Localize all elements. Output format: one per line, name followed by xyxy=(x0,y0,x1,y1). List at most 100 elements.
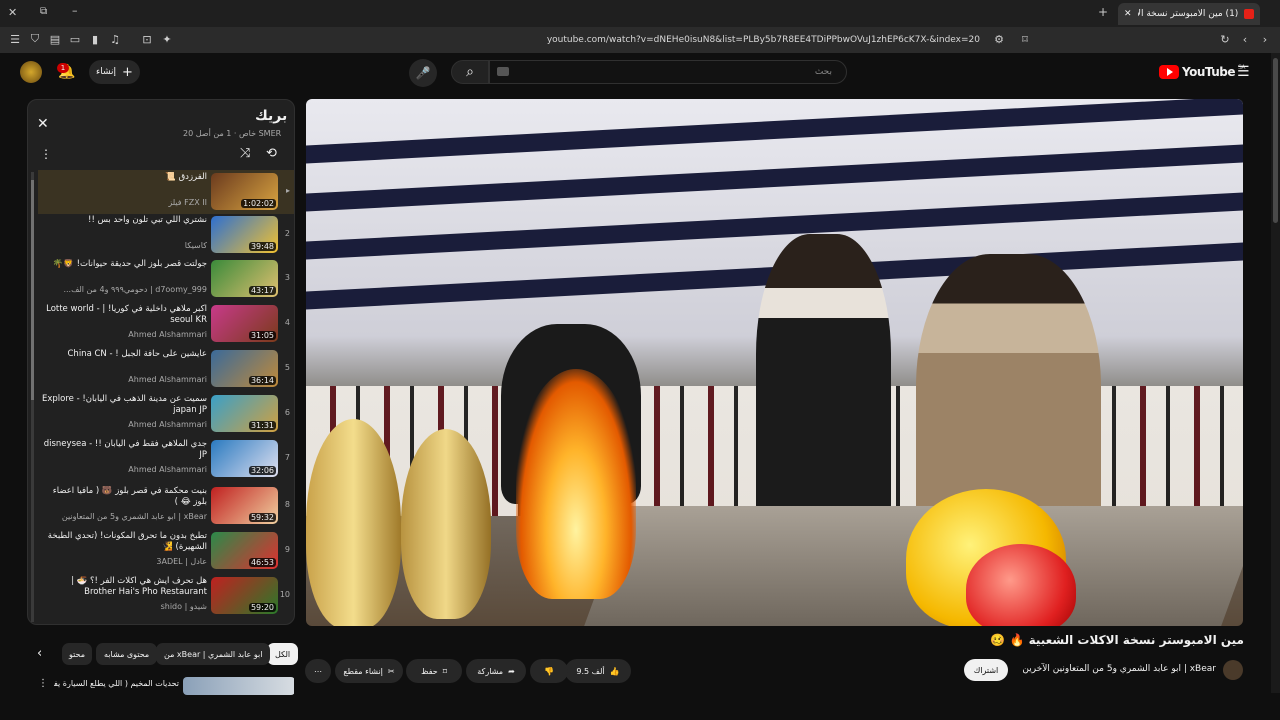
playlist-item[interactable]: ▸ 1:02:02 الفرزدق 📜 FZX II فيلز xyxy=(38,170,294,214)
playlist-item[interactable]: 7 32:06 جدي الملاهي فقط في اليابان !! - di… xyxy=(38,437,294,481)
playlist-item-channel: عادل | 3ADEL xyxy=(156,557,207,566)
video-title: مين الامبوستر نسخة الاكلات الشعبية 🔥 🥴 xyxy=(990,633,1244,647)
playlist-item-channel: شيدو | shido xyxy=(160,602,207,611)
shield-icon[interactable]: ⛉ xyxy=(27,31,43,47)
sidebar-icon[interactable]: ▮ xyxy=(87,31,103,47)
playlist-item-title: جولتت قصر بلوز الي حديقة حيوانات! 🦁🌴 xyxy=(52,259,207,269)
playlist-item-thumbnail: 1:02:02 xyxy=(211,173,278,210)
playlist-item-title: اكبر ملاهي داخلية في كوريا! | - Lotte wo… xyxy=(46,304,207,325)
chip-related[interactable]: محتوى مشابه xyxy=(96,643,158,665)
playlist-item-channel: Ahmed Alshammari xyxy=(128,375,207,384)
chip-more[interactable]: محتو xyxy=(62,643,92,665)
chip-from-channel[interactable]: من xBear | ابو عابد الشمري xyxy=(156,643,271,665)
search-icon: ⌕ xyxy=(466,64,474,80)
subscribe-button[interactable]: اشتراك xyxy=(964,659,1008,681)
more-actions-button[interactable]: ⋯ xyxy=(305,659,331,683)
close-window-icon[interactable]: ✕ xyxy=(8,6,17,19)
share-button[interactable]: مشاركة ➦ xyxy=(466,659,526,683)
playlist-item[interactable]: 4 31:05 اكبر ملاهي داخلية في كوريا! | - Lo… xyxy=(38,302,294,346)
guide-menu-icon[interactable]: ☰ xyxy=(1237,64,1250,80)
close-playlist-icon[interactable]: ✕ xyxy=(37,116,49,132)
tabs-icon[interactable]: ▭ xyxy=(67,31,83,47)
back-icon[interactable]: ‹ xyxy=(1237,31,1253,47)
video-player[interactable] xyxy=(306,99,1243,626)
more-options-icon[interactable]: ⋮ xyxy=(40,147,52,161)
channel-name[interactable]: xBear | ابو عابد الشمري و5 من المتعاونين… xyxy=(1020,664,1216,674)
scissors-icon: ✂ xyxy=(387,666,395,676)
playlist-item-index: 2 xyxy=(284,229,290,238)
playlist-item-duration: 1:02:02 xyxy=(241,199,276,208)
chevron-left-icon[interactable]: ‹ xyxy=(37,646,42,661)
new-tab-icon[interactable]: + xyxy=(1098,5,1108,19)
playlist-item-index: 10 xyxy=(279,590,290,599)
keyboard-icon[interactable] xyxy=(497,67,509,76)
search-button[interactable]: ⌕ xyxy=(451,60,489,84)
playlist-item[interactable]: 2 39:48 نشتري اللي تبي تلون واحد بس !! كاسي… xyxy=(38,213,294,257)
like-count: 9.5 ألف xyxy=(576,666,605,676)
playlist-item[interactable]: 8 59:32 بنيت محكمة في قصر بلوز 🐻 ( مافيا ا… xyxy=(38,484,294,528)
playlist-meta: SMER خاص · 1 من أصل 20 xyxy=(183,129,282,138)
playlist-item[interactable]: 3 43:17 جولتت قصر بلوز الي حديقة حيوانات! … xyxy=(38,257,294,301)
playlist-item[interactable]: 9 46:53 تطبخ بدون ما تحرق المكونات! (تحدي … xyxy=(38,529,294,573)
shuffle-icon[interactable]: ⤨ xyxy=(240,146,250,161)
playlist-item-thumbnail: 36:14 xyxy=(211,350,278,387)
playlist-item-thumbnail: 31:31 xyxy=(211,395,278,432)
playlist-title[interactable]: بريك xyxy=(255,108,287,124)
playlist-item-index: 8 xyxy=(284,500,290,509)
playlist-item-index: 7 xyxy=(284,453,290,462)
voice-search-icon[interactable]: 🎤 xyxy=(409,59,437,87)
create-label: إنشاء xyxy=(96,67,117,77)
playlist-item-title: بنيت محكمة في قصر بلوز 🐻 ( مافيا اعضاء ب… xyxy=(52,486,207,507)
page-scrollbar-thumb[interactable] xyxy=(1273,58,1278,223)
playlist-item[interactable]: 6 31:31 سميت عن مدينة الذهب في اليابان! - … xyxy=(38,392,294,436)
refresh-icon[interactable]: ↻ xyxy=(1217,31,1233,47)
playlist-item-channel: xBear | ابو عابد الشمري و5 من المتعاونين xyxy=(61,512,207,521)
youtube-play-icon xyxy=(1159,65,1179,79)
like-button[interactable]: 9.5 ألف 👍 xyxy=(565,659,631,683)
playlist-item-channel: Ahmed Alshammari xyxy=(128,420,207,429)
minimize-window-icon[interactable]: – xyxy=(72,4,78,17)
playlist-item-duration: 59:20 xyxy=(248,603,276,612)
create-button[interactable]: إنشاء + xyxy=(89,60,140,84)
playlist-item-duration: 32:06 xyxy=(248,466,276,475)
search-input[interactable]: بحث xyxy=(489,60,847,84)
playlist-item-channel: FZX II فيلز xyxy=(168,198,207,207)
playlist-item-duration: 31:31 xyxy=(248,421,276,430)
save-icon: ⌑ xyxy=(442,666,447,676)
chip-all[interactable]: الكل xyxy=(267,643,299,665)
playlist-item[interactable]: 5 36:14 عايشين على حافة الجبل ! - China CN… xyxy=(38,347,294,391)
youtube-logo[interactable]: YouTube SA xyxy=(1159,64,1246,80)
loop-icon[interactable]: ⟲ xyxy=(266,146,277,161)
dislike-button[interactable]: 👎 xyxy=(530,659,568,683)
playlist-item[interactable]: 10 59:20 هل تحرف ايش هي اكلات الفر !؟ 🍜 | … xyxy=(38,574,294,618)
playlist-item-index: 3 xyxy=(284,273,290,282)
avatar[interactable] xyxy=(20,61,42,83)
playlist-item-thumbnail: 46:53 xyxy=(211,532,278,569)
maximize-window-icon[interactable]: ⧉ xyxy=(40,6,47,17)
playlist-item-thumbnail: 31:05 xyxy=(211,305,278,342)
clip-button[interactable]: إنشاء مقطع ✂ xyxy=(335,659,403,683)
browser-tab[interactable]: (1) مين الامبوستر نسخة الاكلات الش ✕ xyxy=(1118,3,1260,25)
extensions-icon[interactable]: ✦ xyxy=(159,31,175,47)
playlist-item-thumbnail: 39:48 xyxy=(211,216,278,253)
music-icon[interactable]: ♫ xyxy=(107,31,123,47)
bookmarks-icon[interactable]: ▤ xyxy=(47,31,63,47)
address-bar[interactable]: youtube.com/watch?v=dNEHe0isuN8&list=PLB… xyxy=(290,30,1020,50)
tune-icon[interactable]: ⚙ xyxy=(991,31,1007,47)
next-title: تحديات المخيم ( اللي يطلع السيارة يفوز )… xyxy=(54,679,179,688)
forward-icon[interactable]: › xyxy=(1257,31,1273,47)
screenshot-icon[interactable]: ⊡ xyxy=(139,31,155,47)
next-recommendation[interactable]: تحديات المخيم ( اللي يطلع السيارة يفوز )… xyxy=(38,677,294,695)
save-button[interactable]: حفظ ⌑ xyxy=(406,659,462,683)
playlist-item-duration: 43:17 xyxy=(248,286,276,295)
menu-icon[interactable]: ☰ xyxy=(7,31,23,47)
playlist-item-duration: 36:14 xyxy=(248,376,276,385)
playlist-item-index: 6 xyxy=(284,408,290,417)
next-more-icon[interactable]: ⋮ xyxy=(38,678,48,689)
channel-avatar[interactable] xyxy=(1223,660,1243,680)
close-tab-icon[interactable]: ✕ xyxy=(1124,9,1132,19)
clip-label: إنشاء مقطع xyxy=(343,666,383,676)
playlist-scrollbar-thumb[interactable] xyxy=(31,180,34,400)
bookmark-icon[interactable]: ⌑ xyxy=(1017,31,1033,47)
playlist-item-thumbnail: 59:32 xyxy=(211,487,278,524)
